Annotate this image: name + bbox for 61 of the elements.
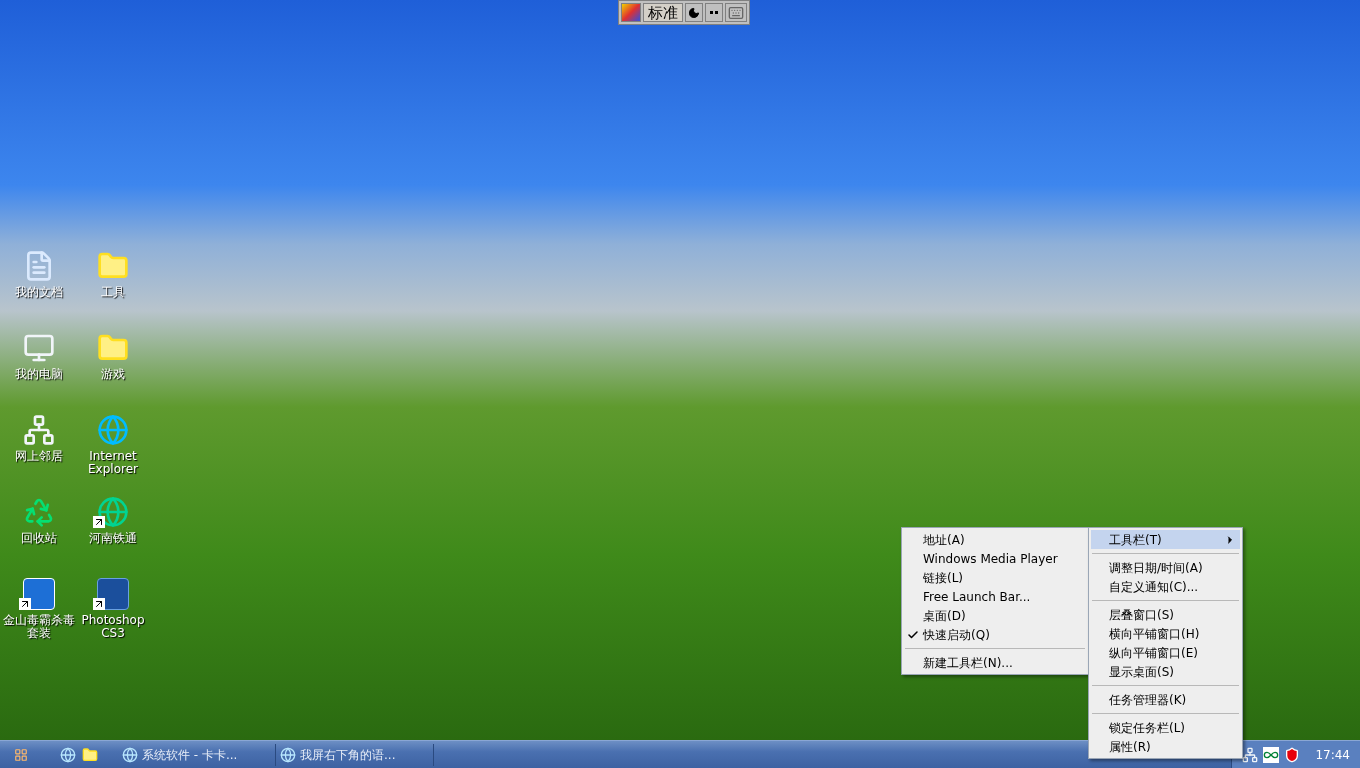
menu-item-label: 地址(A): [923, 531, 965, 549]
desktop-icon-label[interactable]: 网上邻居: [2, 450, 76, 463]
menu-item[interactable]: 工具栏(T): [1091, 530, 1240, 549]
menu-item[interactable]: 任务管理器(K): [1091, 690, 1240, 709]
globe-icon: [97, 496, 129, 528]
menu-item-label: 层叠窗口(S): [1109, 606, 1175, 624]
infinity-icon[interactable]: [1263, 746, 1280, 763]
menu-item[interactable]: 自定义通知(C)...: [1091, 577, 1240, 596]
start-icon[interactable]: [14, 747, 28, 762]
browser-icon: [122, 746, 138, 763]
menu-item[interactable]: 横向平铺窗口(H): [1091, 624, 1240, 643]
menu-item-label: 桌面(D): [923, 607, 966, 625]
desktop-icon-label[interactable]: 河南铁通: [76, 532, 150, 545]
menu-item[interactable]: Free Launch Bar...: [902, 587, 1088, 606]
menu-item-label: 横向平铺窗口(H): [1109, 625, 1201, 643]
taskbar-button-label: 系统软件 - 卡卡...: [142, 746, 238, 764]
menu-item[interactable]: 锁定任务栏(L): [1091, 718, 1240, 737]
desktop-icon-label[interactable]: Photoshop CS3: [76, 614, 150, 640]
menu-item-label: 新建工具栏(N)...: [923, 654, 1013, 672]
monitor-icon: [23, 332, 55, 364]
globe-icon: [97, 414, 129, 446]
taskbar-button[interactable]: 系统软件 - 卡卡...: [118, 743, 276, 766]
menu-item-label: Windows Media Player: [923, 550, 1058, 568]
recycle-bin-icon: [23, 496, 55, 528]
menu-item-label: Free Launch Bar...: [923, 588, 1031, 606]
menu-item[interactable]: 地址(A): [902, 530, 1088, 549]
menu-item-label: 调整日期/时间(A): [1109, 559, 1204, 577]
network-icon[interactable]: [1242, 746, 1259, 763]
menu-item[interactable]: 显示桌面(S): [1091, 662, 1240, 681]
menu-item[interactable]: 桌面(D): [902, 606, 1088, 625]
taskbar-button-label: 我屏右下角的语...: [300, 746, 396, 764]
menu-item[interactable]: 属性(R): [1091, 737, 1240, 756]
punctuation-icon[interactable]: [705, 3, 723, 22]
menu-item-label: 快速启动(Q): [923, 626, 990, 644]
desktop-icon-label[interactable]: 回收站: [2, 532, 76, 545]
menu-item-label: 任务管理器(K): [1109, 691, 1188, 709]
menu-item[interactable]: 新建工具栏(N)...: [902, 653, 1088, 672]
network-icon: [23, 414, 55, 446]
menu-item-label: 链接(L): [923, 569, 964, 587]
menu-item-label: 锁定任务栏(L): [1109, 719, 1187, 737]
browser-icon[interactable]: [60, 746, 76, 763]
taskbar-button[interactable]: 我屏右下角的语...: [276, 743, 434, 766]
menu-item-label: 自定义通知(C)...: [1109, 578, 1200, 596]
browser-icon: [280, 746, 296, 763]
menu-item-label: 显示桌面(S): [1109, 663, 1175, 681]
menu-item[interactable]: 链接(L): [902, 568, 1088, 587]
menu-item[interactable]: 调整日期/时间(A): [1091, 558, 1240, 577]
desktop-icon-label[interactable]: Internet Explorer: [76, 450, 150, 476]
ime-mode-button[interactable]: 标准: [643, 3, 683, 22]
menu-item-label: 工具栏(T): [1109, 531, 1163, 549]
menu-item-label: 纵向平铺窗口(E): [1109, 644, 1199, 662]
menu-item[interactable]: 层叠窗口(S): [1091, 605, 1240, 624]
clock: 17:44: [1315, 746, 1350, 764]
folder-icon[interactable]: [82, 746, 98, 763]
shield-icon[interactable]: [1284, 746, 1301, 763]
menu-item[interactable]: 纵向平铺窗口(E): [1091, 643, 1240, 662]
menu-item[interactable]: Windows Media Player: [902, 549, 1088, 568]
menu-item-label: 属性(R): [1109, 738, 1152, 756]
menu-item[interactable]: 快速启动(Q): [902, 625, 1088, 644]
desktop-icon-label[interactable]: 金山毒霸杀毒套装: [2, 614, 76, 640]
moon-icon[interactable]: [685, 3, 703, 22]
